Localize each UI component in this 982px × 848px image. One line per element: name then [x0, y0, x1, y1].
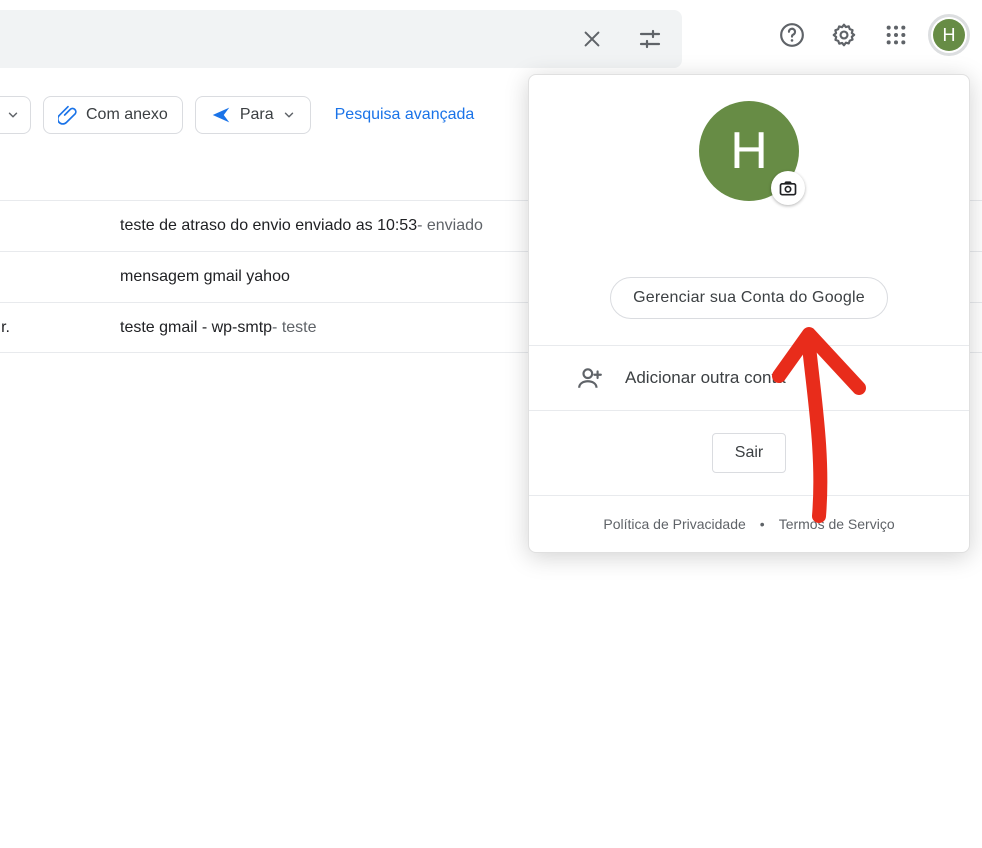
- add-account-button[interactable]: Adicionar outra conta: [529, 346, 969, 410]
- avatar-big-wrap: H: [699, 101, 799, 201]
- signout-button[interactable]: Sair: [712, 433, 786, 473]
- search-bar: [0, 10, 682, 68]
- apps-button[interactable]: [876, 15, 916, 55]
- filter-chip-attachment[interactable]: Com anexo: [43, 96, 183, 134]
- row-subject: mensagem gmail yahoo: [120, 268, 290, 286]
- row-tail: r.: [0, 319, 10, 337]
- row-subject: teste de atraso do envio enviado as 10:5…: [120, 217, 417, 235]
- dot-separator: •: [760, 516, 765, 532]
- change-photo-button[interactable]: [771, 171, 805, 205]
- help-icon: [779, 22, 805, 48]
- row-snippet: - enviado: [417, 217, 483, 235]
- advanced-search-link[interactable]: Pesquisa avançada: [335, 106, 475, 124]
- search-options-button[interactable]: [630, 19, 670, 59]
- filter-chip-attachment-label: Com anexo: [86, 106, 168, 124]
- gear-icon: [831, 22, 857, 48]
- privacy-link[interactable]: Política de Privacidade: [603, 516, 745, 532]
- terms-link[interactable]: Termos de Serviço: [779, 516, 895, 532]
- filter-chip-to-label: Para: [240, 106, 274, 124]
- attachment-icon: [58, 105, 78, 125]
- send-icon: [210, 104, 232, 126]
- add-account-label: Adicionar outra conta: [625, 368, 786, 388]
- filter-chip-to[interactable]: Para: [195, 96, 311, 134]
- chevron-down-icon: [282, 108, 296, 122]
- row-snippet: - teste: [272, 319, 316, 337]
- filter-chip-cut[interactable]: [0, 96, 31, 134]
- row-subject: teste gmail - wp-smtp: [120, 319, 272, 337]
- close-icon: [581, 28, 603, 50]
- menu-section: Adicionar outra conta: [529, 345, 969, 410]
- person-add-icon: [577, 365, 603, 391]
- settings-button[interactable]: [824, 15, 864, 55]
- account-menu: H Gerenciar sua Conta do Google Adiciona…: [528, 74, 970, 553]
- manage-account-button[interactable]: Gerenciar sua Conta do Google: [610, 277, 888, 319]
- header-actions: H: [772, 14, 970, 56]
- apps-icon: [885, 24, 907, 46]
- help-button[interactable]: [772, 15, 812, 55]
- chevron-down-icon: [6, 108, 20, 122]
- camera-icon: [778, 178, 798, 198]
- signout-section: Sair: [529, 410, 969, 495]
- menu-footer: Política de Privacidade • Termos de Serv…: [529, 495, 969, 552]
- tune-icon: [638, 27, 662, 51]
- account-avatar-button[interactable]: H: [928, 14, 970, 56]
- clear-search-button[interactable]: [572, 19, 612, 59]
- avatar-initial: H: [933, 19, 965, 51]
